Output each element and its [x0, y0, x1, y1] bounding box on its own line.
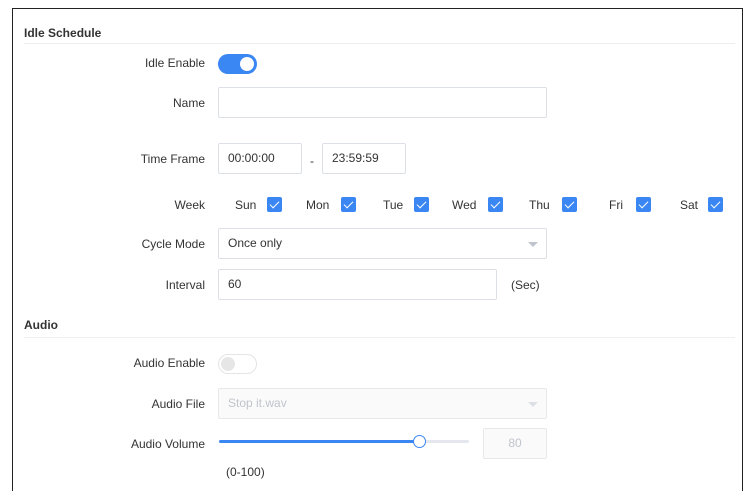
time-start-input[interactable]: 00:00:00: [218, 143, 302, 174]
day-checkbox-thu[interactable]: [562, 197, 577, 212]
idle-enable-toggle[interactable]: [218, 54, 257, 74]
time-frame-label: Time Frame: [140, 152, 205, 166]
cycle-mode-select[interactable]: Once only: [218, 228, 547, 259]
audio-file-select[interactable]: Stop it.wav: [218, 388, 547, 419]
volume-value-input[interactable]: 80: [483, 428, 547, 459]
chevron-down-icon: [528, 402, 538, 407]
day-checkbox-wed[interactable]: [488, 197, 503, 212]
interval-label: Interval: [165, 278, 205, 292]
chevron-down-icon: [528, 242, 538, 247]
toggle-knob: [221, 357, 235, 371]
day-label-sun: Sun: [235, 198, 257, 212]
toggle-knob: [240, 57, 254, 71]
audio-section-title: Audio: [24, 318, 58, 332]
day-label-tue: Tue: [383, 198, 404, 212]
time-separator: -: [310, 154, 314, 168]
day-label-mon: Mon: [306, 198, 330, 212]
volume-slider[interactable]: [219, 435, 469, 448]
day-label-fri: Fri: [609, 198, 623, 212]
audio-file-label: Audio File: [151, 397, 205, 411]
interval-input[interactable]: 60: [218, 269, 497, 300]
volume-range-hint: (0-100): [226, 465, 265, 479]
week-label: Week: [174, 198, 205, 212]
cycle-mode-value: Once only: [228, 236, 283, 250]
day-checkbox-sat[interactable]: [708, 197, 723, 212]
day-checkbox-fri[interactable]: [636, 197, 651, 212]
idle-section-title: Idle Schedule: [24, 26, 102, 40]
day-checkbox-tue[interactable]: [414, 197, 429, 212]
audio-enable-toggle[interactable]: [218, 354, 257, 374]
day-label-thu: Thu: [529, 198, 550, 212]
idle-section-divider: [24, 43, 735, 44]
audio-volume-label: Audio Volume: [130, 437, 205, 451]
interval-unit: (Sec): [511, 278, 540, 292]
cycle-mode-label: Cycle Mode: [141, 237, 205, 251]
volume-slider-fill: [219, 440, 419, 443]
idle-enable-label: Idle Enable: [144, 56, 205, 70]
audio-section-divider: [24, 337, 735, 338]
day-checkbox-sun[interactable]: [267, 197, 282, 212]
day-label-sat: Sat: [680, 198, 699, 212]
name-input[interactable]: [218, 87, 547, 118]
time-end-input[interactable]: 23:59:59: [322, 143, 406, 174]
name-label: Name: [172, 96, 205, 110]
day-label-wed: Wed: [452, 198, 477, 212]
audio-file-value: Stop it.wav: [228, 396, 287, 410]
audio-enable-label: Audio Enable: [133, 356, 205, 370]
volume-slider-thumb[interactable]: [413, 435, 426, 448]
day-checkbox-mon[interactable]: [341, 197, 356, 212]
